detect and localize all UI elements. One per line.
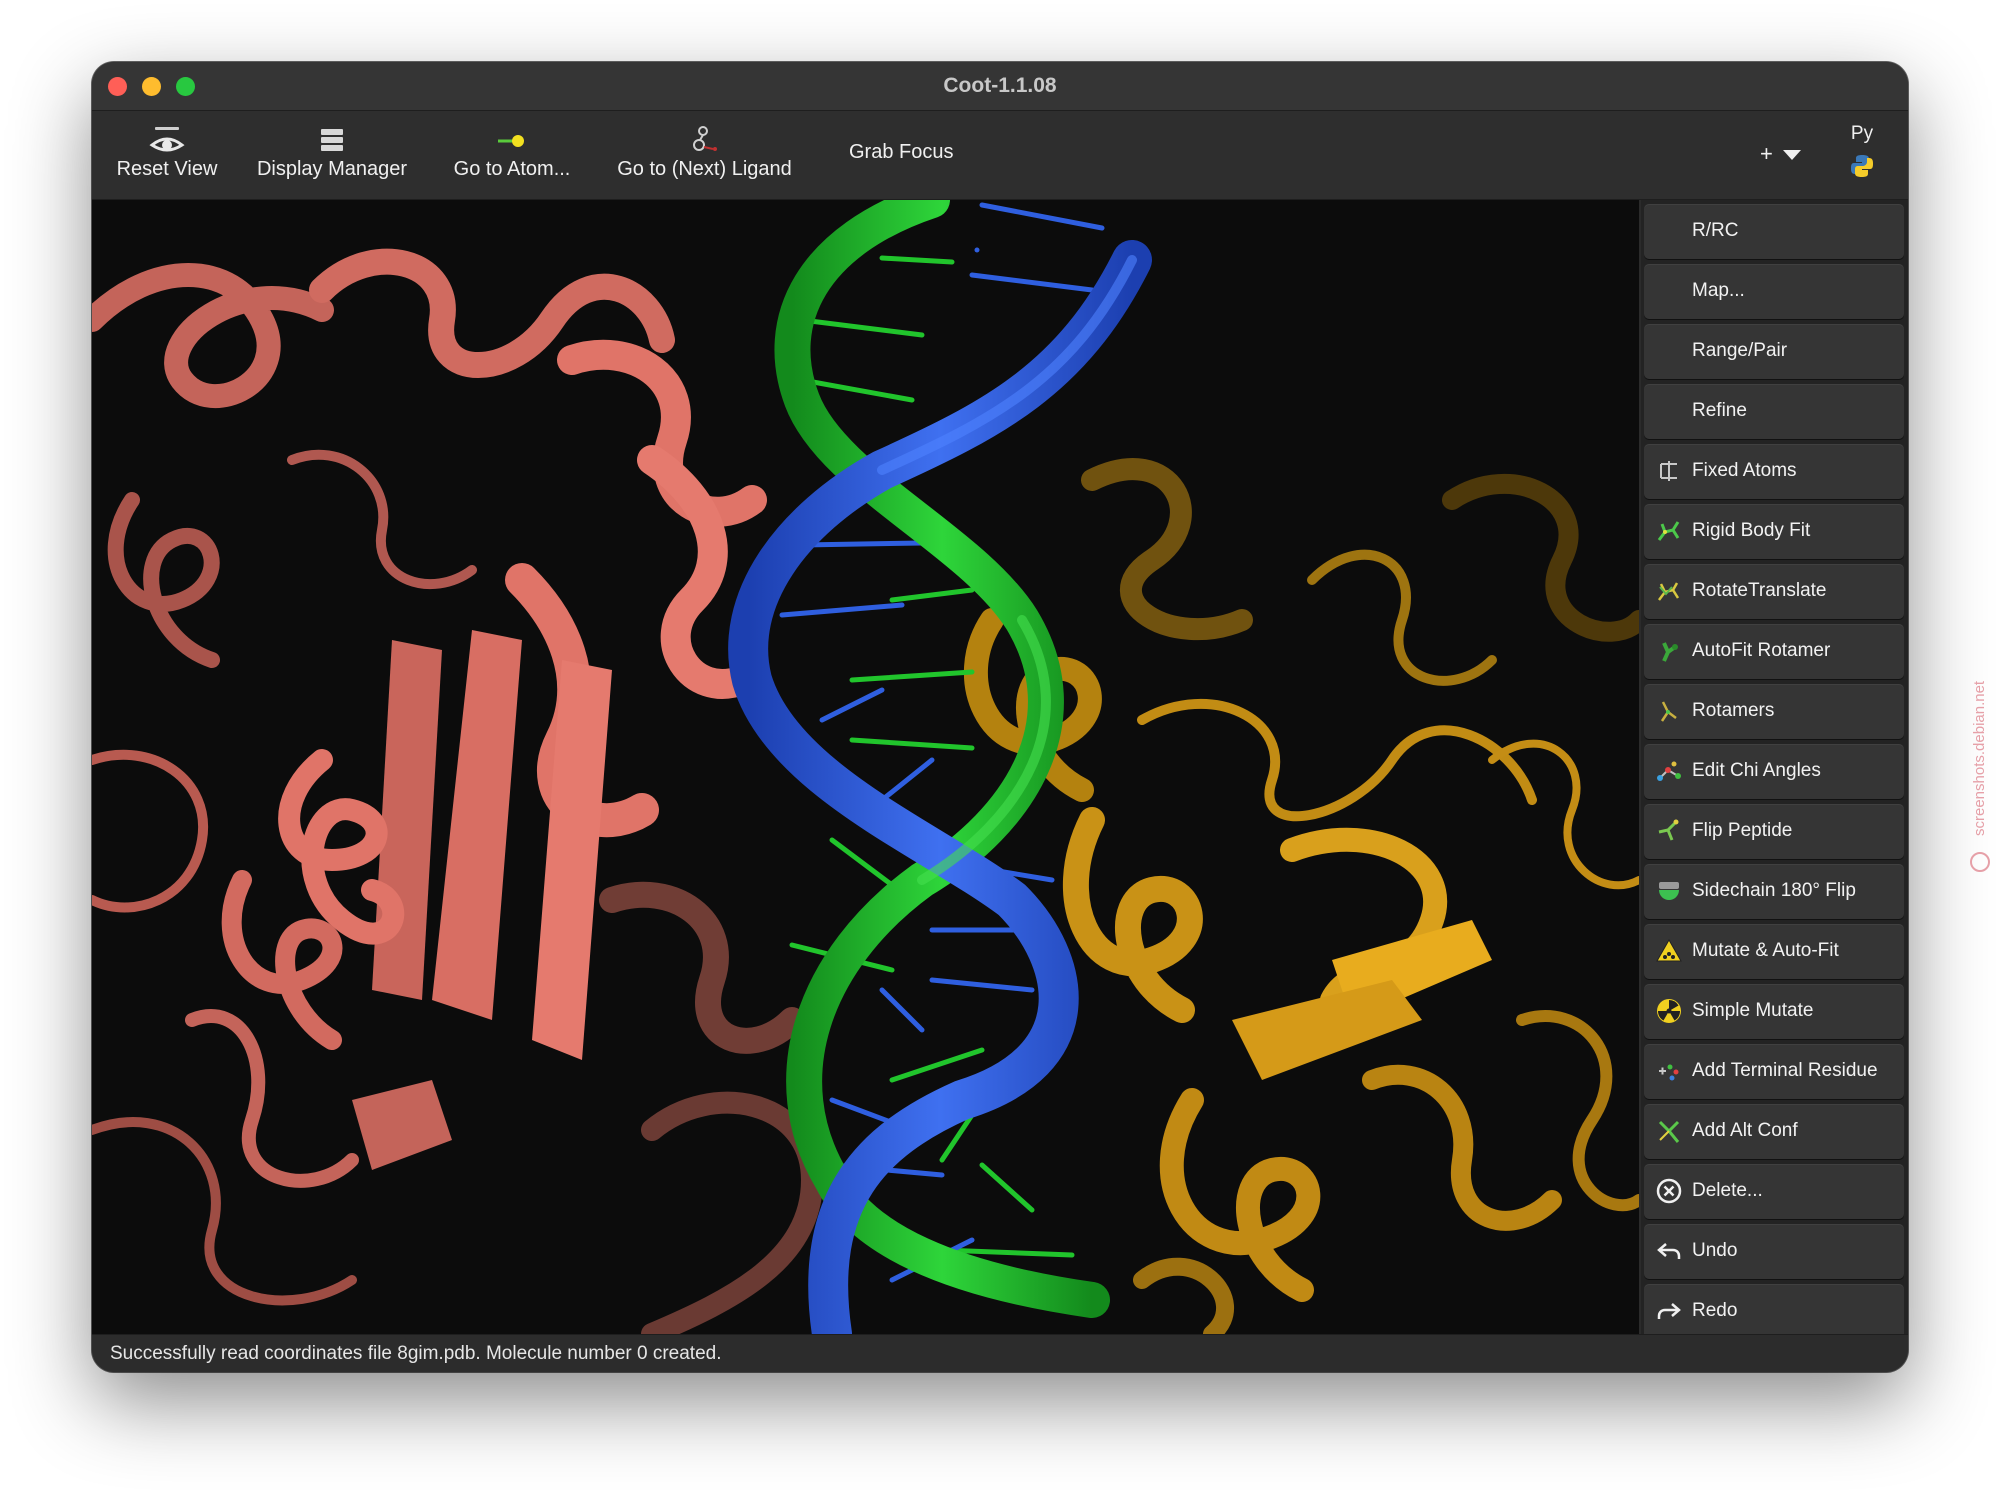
add-terminal-residue-label: Add Terminal Residue — [1692, 1060, 1878, 1081]
flip-peptide-button[interactable]: Flip Peptide — [1644, 804, 1904, 859]
reset-view-button[interactable]: Reset View — [102, 111, 232, 199]
add-alt-conf-button[interactable]: Add Alt Conf — [1644, 1104, 1904, 1159]
app-window: Coot-1.1.08 Reset View Display Manager G… — [92, 62, 1908, 1372]
rrc-button[interactable]: R/RC — [1644, 204, 1904, 259]
title-bar: Coot-1.1.08 — [92, 62, 1908, 111]
simple-mutate-label: Simple Mutate — [1692, 1000, 1814, 1021]
edit-chi-angles-label: Edit Chi Angles — [1692, 760, 1821, 781]
undo-label: Undo — [1692, 1240, 1738, 1261]
python-button[interactable]: Py — [1842, 123, 1882, 189]
mutate-autofit-button[interactable]: Mutate & Auto-Fit — [1644, 924, 1904, 979]
add-alt-conf-label: Add Alt Conf — [1692, 1120, 1798, 1141]
edit-chi-angles-button[interactable]: Edit Chi Angles — [1644, 744, 1904, 799]
map-label: Map... — [1692, 280, 1745, 301]
refine-button[interactable]: Refine — [1644, 384, 1904, 439]
autofit-rotamer-button[interactable]: AutoFit Rotamer — [1644, 624, 1904, 679]
mutate-autofit-label: Mutate & Auto-Fit — [1692, 940, 1839, 961]
fixed-atoms-button[interactable]: Fixed Atoms — [1644, 444, 1904, 499]
model-fit-refine-toolbar: R/RC Map... Range/Pair Refine Fixed Atom… — [1641, 200, 1908, 1339]
fixed-atoms-icon — [1660, 461, 1677, 481]
grab-focus-button[interactable]: Grab Focus — [849, 141, 953, 164]
status-bar: Successfully read coordinates file 8gim.… — [92, 1334, 1908, 1372]
redo-button[interactable]: Redo — [1644, 1284, 1904, 1339]
rotamers-button[interactable]: Rotamers — [1644, 684, 1904, 739]
add-terminal-residue-button[interactable]: Add Terminal Residue — [1644, 1044, 1904, 1099]
undo-icon — [1657, 1243, 1681, 1259]
map-button[interactable]: Map... — [1644, 264, 1904, 319]
sidechain-flip-button[interactable]: Sidechain 180° Flip — [1644, 864, 1904, 919]
flip-peptide-icon — [1658, 819, 1679, 841]
go-to-next-ligand-button[interactable]: Go to (Next) Ligand — [612, 111, 797, 199]
delete-icon — [1656, 1178, 1682, 1204]
watermark-logo: screenshots.debian.net — [1970, 680, 1990, 872]
rotamers-icon — [1660, 701, 1677, 722]
simple-mutate-icon — [1657, 999, 1681, 1023]
range-pair-label: Range/Pair — [1692, 340, 1788, 361]
delete-label: Delete... — [1692, 1180, 1763, 1201]
rigid-body-fit-label: Rigid Body Fit — [1692, 520, 1811, 541]
window-title: Coot-1.1.08 — [943, 74, 1057, 97]
sidechain-flip-icon — [1659, 882, 1679, 900]
watermark-text: screenshots.debian.net — [1971, 680, 1988, 836]
molecular-graphics-canvas[interactable] — [92, 200, 1639, 1334]
rigid-body-fit-button[interactable]: Rigid Body Fit — [1644, 504, 1904, 559]
delete-button[interactable]: Delete... — [1644, 1164, 1904, 1219]
reset-view-label: Reset View — [116, 158, 218, 180]
go-to-atom-button[interactable]: Go to Atom... — [442, 111, 582, 199]
atom-pointer-icon — [498, 135, 524, 147]
go-to-next-ligand-label: Go to (Next) Ligand — [617, 158, 792, 180]
rotamers-label: Rotamers — [1692, 700, 1775, 721]
add-menu-label: + — [1760, 141, 1773, 166]
python-label: Py — [1850, 123, 1874, 144]
redo-icon — [1657, 1303, 1681, 1319]
rotate-translate-label: RotateTranslate — [1692, 580, 1827, 601]
chevron-down-icon — [1782, 150, 1801, 161]
display-manager-label: Display Manager — [256, 158, 408, 180]
rrc-label: R/RC — [1692, 220, 1739, 241]
mutate-autofit-icon — [1656, 938, 1682, 962]
watermark: screenshots.debian.net — [1968, 640, 1992, 880]
autofit-rotamer-icon — [1662, 642, 1678, 662]
status-message: Successfully read coordinates file 8gim.… — [110, 1343, 722, 1364]
redo-label: Redo — [1692, 1300, 1738, 1321]
eye-icon — [149, 127, 185, 152]
display-manager-button[interactable]: Display Manager — [252, 111, 412, 199]
add-terminal-residue-icon — [1659, 1064, 1679, 1081]
molecule-rendering — [92, 200, 1639, 1334]
range-pair-button[interactable]: Range/Pair — [1644, 324, 1904, 379]
rigid-body-icon — [1657, 521, 1680, 541]
main-toolbar: Reset View Display Manager Go to Atom... — [92, 111, 1908, 200]
chi-angles-icon — [1657, 761, 1681, 781]
list-icon — [321, 129, 343, 151]
go-to-atom-label: Go to Atom... — [453, 158, 571, 180]
autofit-rotamer-label: AutoFit Rotamer — [1692, 640, 1831, 661]
rotate-translate-icon — [1658, 582, 1680, 601]
flip-peptide-label: Flip Peptide — [1692, 820, 1793, 841]
rotate-translate-button[interactable]: RotateTranslate — [1644, 564, 1904, 619]
sidechain-flip-label: Sidechain 180° Flip — [1692, 880, 1856, 901]
undo-button[interactable]: Undo — [1644, 1224, 1904, 1279]
add-menu-dropdown[interactable]: + — [1760, 141, 1801, 167]
ligand-icon — [692, 126, 717, 151]
simple-mutate-button[interactable]: Simple Mutate — [1644, 984, 1904, 1039]
fixed-atoms-label: Fixed Atoms — [1692, 460, 1797, 481]
add-alt-conf-icon — [1658, 1120, 1680, 1143]
python-icon — [1851, 155, 1873, 177]
refine-label: Refine — [1692, 400, 1747, 421]
